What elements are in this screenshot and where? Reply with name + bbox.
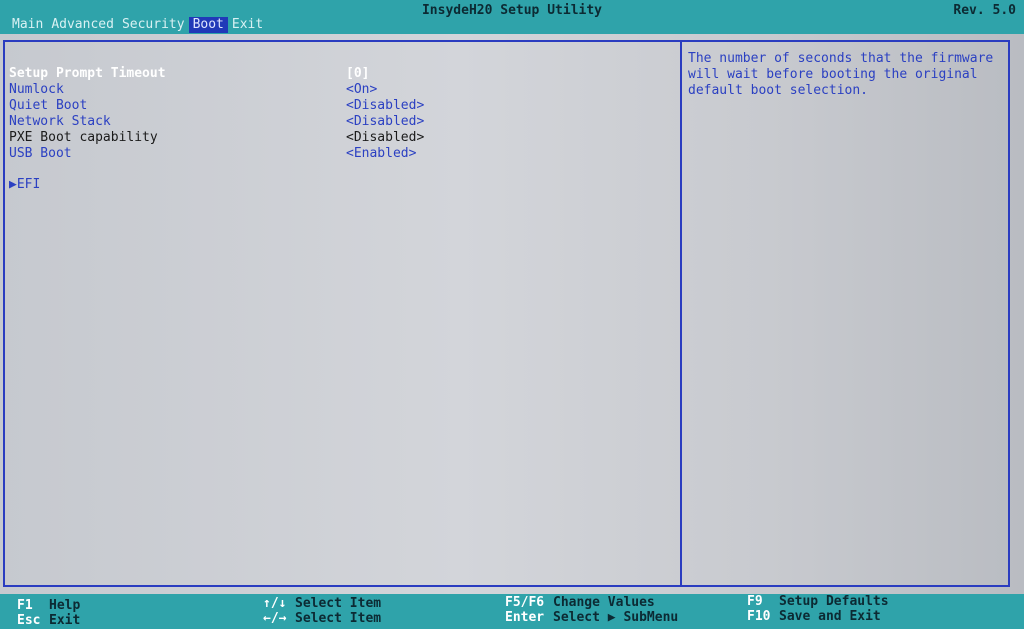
option-value[interactable]: <Disabled> xyxy=(346,114,424,130)
option-label: PXE Boot capability xyxy=(9,130,158,145)
key-desc-help: Help xyxy=(49,598,81,613)
key-group-defaults-save: F9 Setup Defaults F10 Save and Exit xyxy=(747,594,889,624)
key-group-help-exit: F1 Help Esc Exit xyxy=(17,598,80,628)
option-usb-boot[interactable]: USB Boot <Enabled> xyxy=(9,146,509,162)
help-text-line: The number of seconds that the firmware xyxy=(688,51,994,66)
option-pxe-boot-capability: PXE Boot capability <Disabled> xyxy=(9,130,509,146)
option-value: <Disabled> xyxy=(346,130,425,145)
key-desc-save-exit: Save and Exit xyxy=(779,609,881,624)
option-value[interactable]: [0] xyxy=(346,66,369,82)
key-f10: F10 xyxy=(747,609,771,624)
utility-title: InsydeH20 Setup Utility xyxy=(421,3,602,18)
panel-divider xyxy=(680,42,682,585)
option-value[interactable]: <On> xyxy=(346,82,377,98)
help-text-line: will wait before booting the original xyxy=(688,67,978,82)
key-desc-exit: Exit xyxy=(49,613,81,628)
option-value[interactable]: <Enabled> xyxy=(346,146,416,162)
key-desc-select-item: Select Item xyxy=(295,611,382,626)
option-quiet-boot[interactable]: Quiet Boot <Disabled> xyxy=(9,98,509,114)
option-numlock[interactable]: Numlock <On> xyxy=(9,82,509,98)
key-f9: F9 xyxy=(747,594,763,609)
help-panel: The number of seconds that the firmware … xyxy=(688,51,998,99)
submenu-label: EFI xyxy=(16,177,41,192)
key-desc-select-item: Select Item xyxy=(295,596,382,611)
key-desc-setup-defaults: Setup Defaults xyxy=(779,594,889,609)
key-group-values: F5/F6 Change Values Enter Select ▶ SubMenu xyxy=(505,595,678,625)
tab-security[interactable]: Security xyxy=(118,17,189,33)
key-f5-f6: F5/F6 xyxy=(505,595,545,610)
key-desc-select-submenu: Select ▶ SubMenu xyxy=(553,610,679,625)
tab-advanced[interactable]: Advanced xyxy=(47,17,118,33)
key-esc: Esc xyxy=(17,613,41,628)
title-bar: InsydeH20 Setup Utility Rev. 5.0 Main Ad… xyxy=(0,0,1024,34)
up-down-arrows-icon: ↑/↓ xyxy=(263,596,287,611)
option-label: Setup Prompt Timeout xyxy=(9,66,166,81)
tab-boot[interactable]: Boot xyxy=(188,17,228,33)
key-f1: F1 xyxy=(17,598,33,613)
tab-main[interactable]: Main xyxy=(8,17,47,33)
submenu-arrow-icon: ▶ xyxy=(9,177,17,192)
option-setup-prompt-timeout[interactable]: Setup Prompt Timeout [0] xyxy=(9,66,509,82)
option-label: Numlock xyxy=(9,82,64,97)
key-group-navigation: ↑/↓ Select Item ←/→ Select Item xyxy=(263,596,381,626)
option-label: Network Stack xyxy=(9,114,111,129)
help-text-line: default boot selection. xyxy=(688,83,869,98)
option-network-stack[interactable]: Network Stack <Disabled> xyxy=(9,114,509,130)
tab-exit[interactable]: Exit xyxy=(228,17,267,33)
revision-label: Rev. 5.0 xyxy=(953,3,1016,18)
option-label: Quiet Boot xyxy=(9,98,88,113)
key-enter: Enter xyxy=(505,610,545,625)
key-desc-change-values: Change Values xyxy=(553,595,655,610)
menu-bar: Main Advanced Security Boot Exit xyxy=(8,17,267,33)
submenu-efi[interactable]: ▶EFI xyxy=(9,177,40,193)
bios-screen: InsydeH20 Setup Utility Rev. 5.0 Main Ad… xyxy=(0,0,1024,629)
option-label: USB Boot xyxy=(9,146,72,161)
option-value[interactable]: <Disabled> xyxy=(346,98,424,114)
key-legend-bar: F1 Help Esc Exit ↑/↓ Select Item ←/→ Select … xyxy=(0,594,1024,629)
left-right-arrows-icon: ←/→ xyxy=(263,611,287,626)
